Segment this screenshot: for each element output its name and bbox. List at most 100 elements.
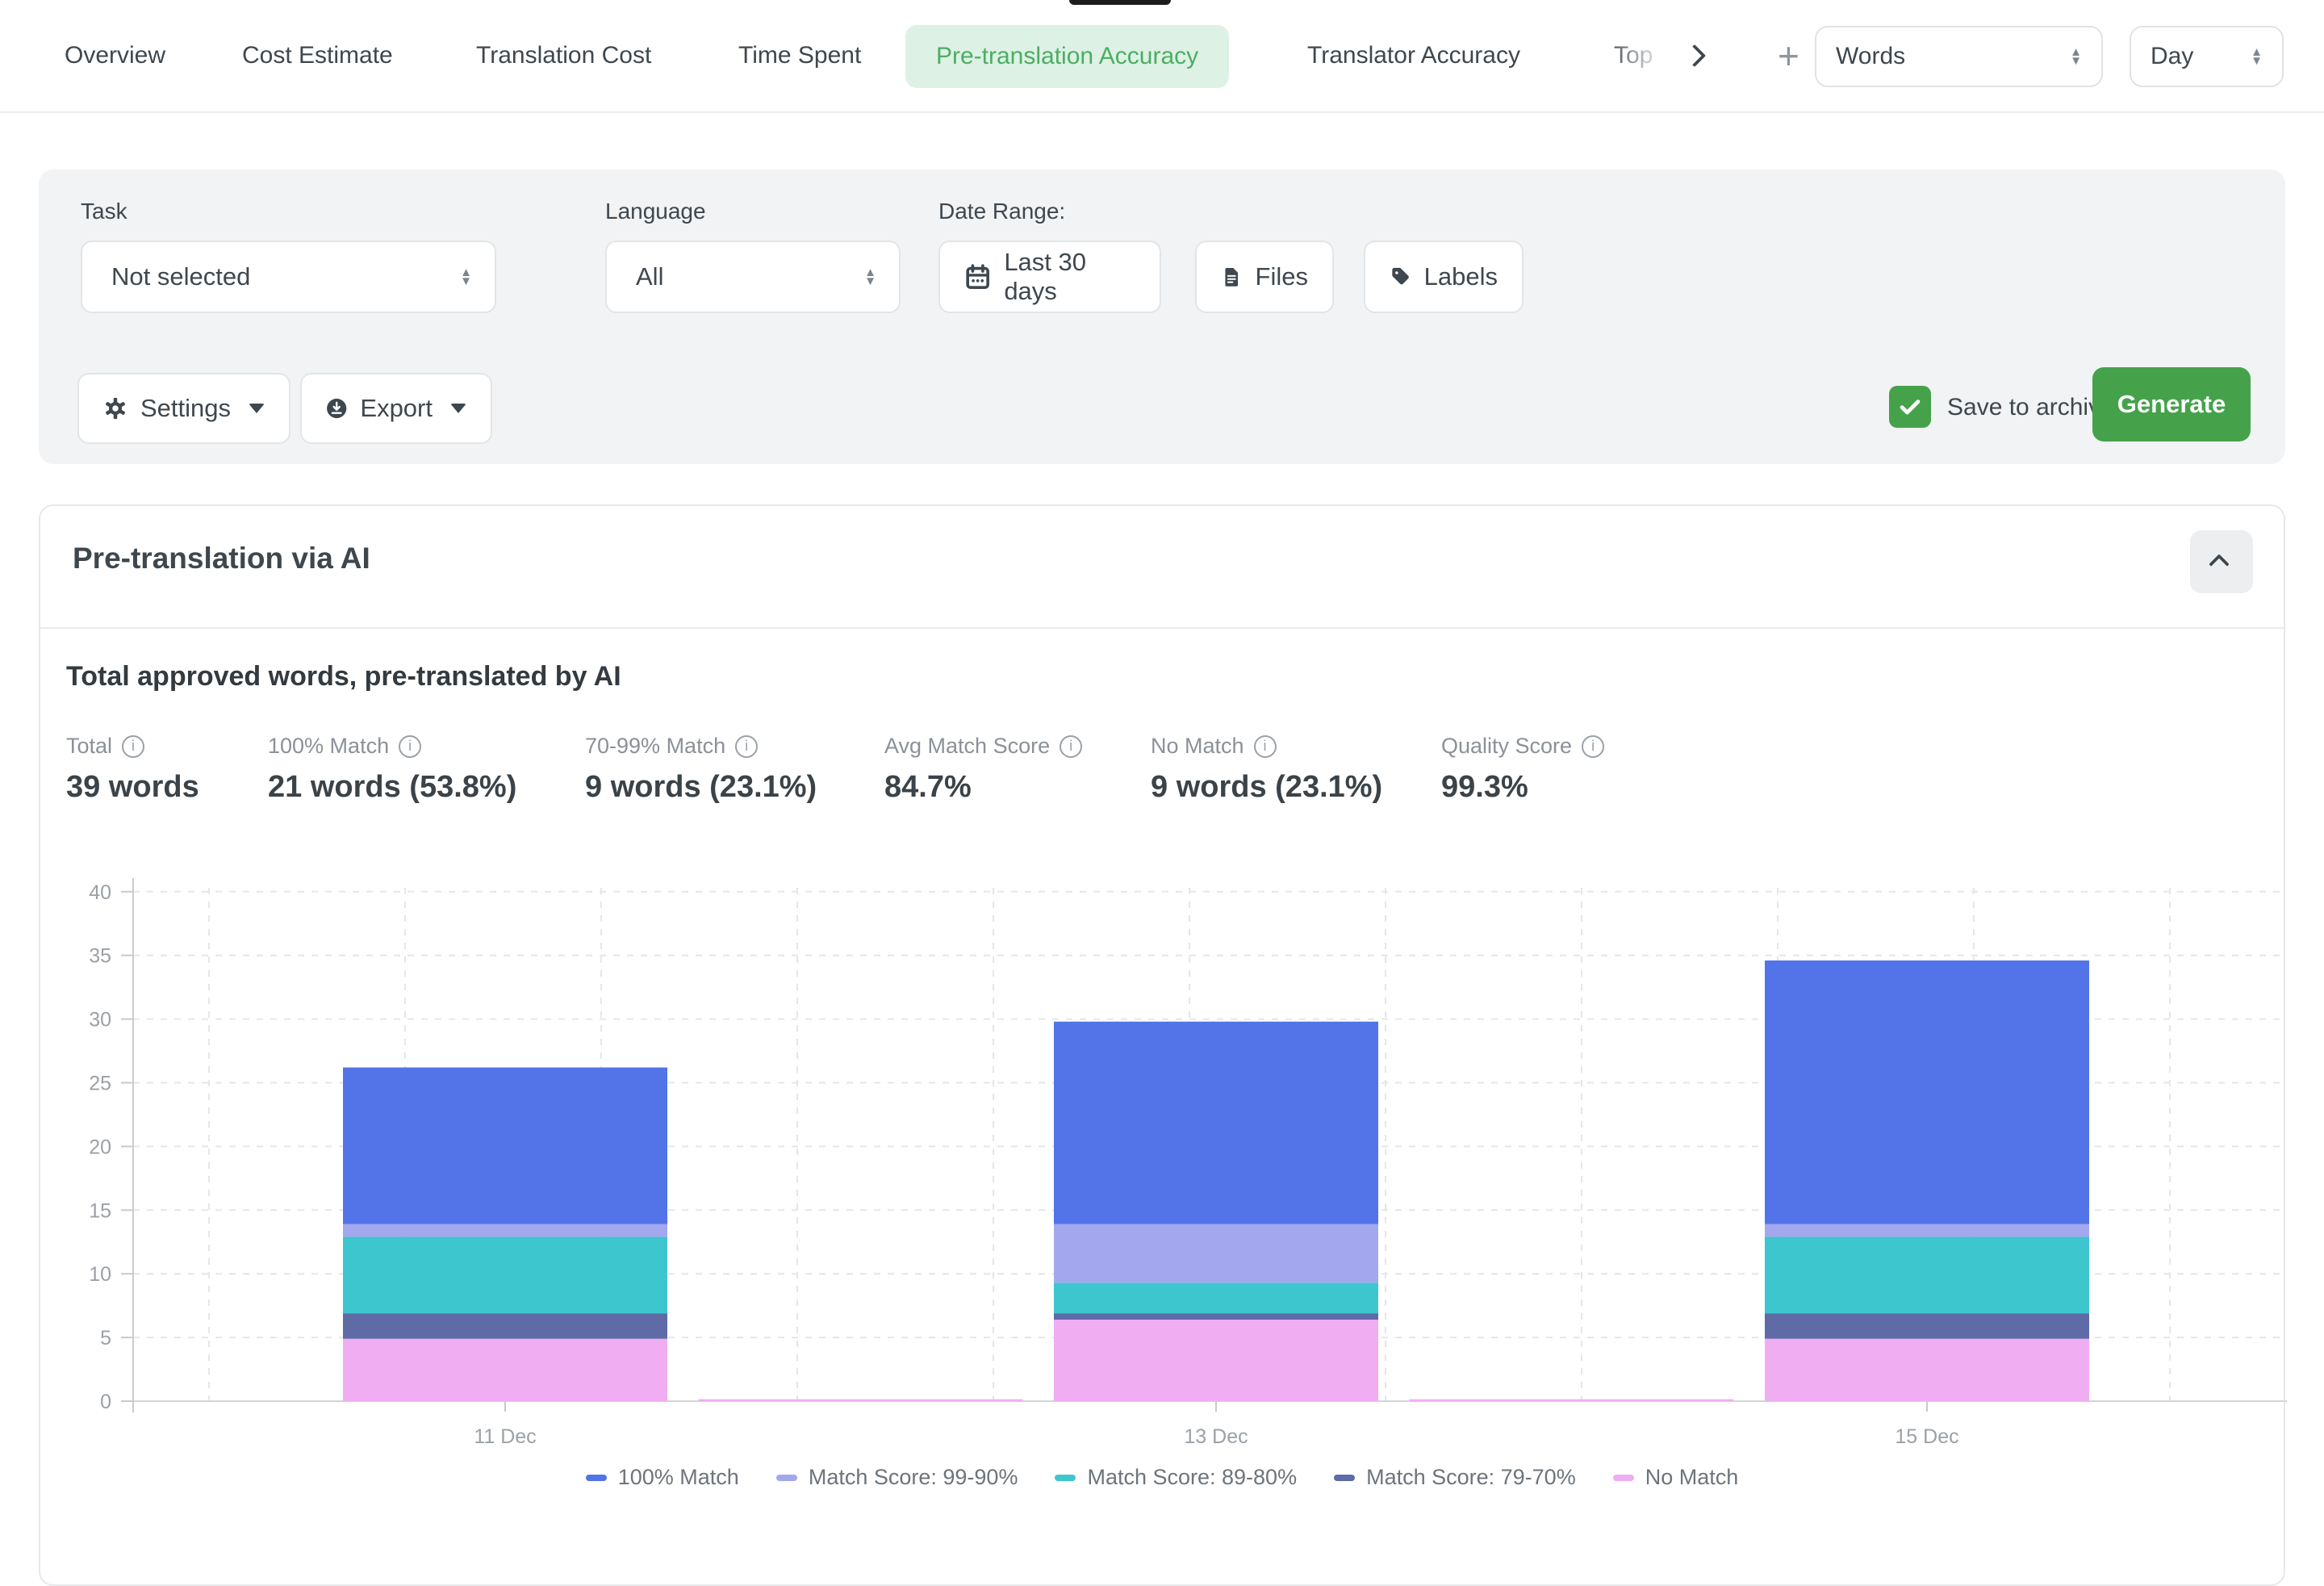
files-filter-button[interactable]: Files xyxy=(1195,241,1334,313)
info-icon[interactable]: i xyxy=(1060,735,1082,758)
window-notch xyxy=(1069,0,1171,5)
tab-overview[interactable]: Overview xyxy=(65,0,165,111)
pretranslation-chart: 051015202530354011 Dec13 Dec15 Dec xyxy=(40,841,2287,1463)
tab-time-spent[interactable]: Time Spent xyxy=(738,0,861,111)
svg-text:10: 10 xyxy=(89,1263,111,1286)
info-icon[interactable]: i xyxy=(1582,735,1604,758)
gear-icon xyxy=(103,393,127,424)
export-button-label: Export xyxy=(360,394,433,423)
legend-label: Match Score: 99-90% xyxy=(809,1465,1018,1490)
legend-item-match-99-90[interactable]: Match Score: 99-90% xyxy=(776,1465,1018,1490)
calendar-icon xyxy=(964,262,991,291)
chart-legend: 100% Match Match Score: 99-90% Match Sco… xyxy=(40,1465,2284,1490)
date-range-label: Date Range: xyxy=(938,199,1065,224)
tab-top-overflow[interactable]: Top xyxy=(1614,0,1672,111)
tab-label: Top xyxy=(1614,42,1672,69)
file-icon xyxy=(1221,263,1243,291)
save-to-archive-label: Save to archive xyxy=(1947,394,2114,421)
stat-label: Avg Match Score xyxy=(884,734,1050,759)
active-tab-label: Pre-translation Accuracy xyxy=(936,43,1198,70)
svg-text:30: 30 xyxy=(89,1009,111,1032)
report-title: Pre-translation via AI xyxy=(73,542,370,575)
check-icon xyxy=(1896,393,1924,421)
tab-translator-accuracy[interactable]: Translator Accuracy xyxy=(1307,0,1520,111)
stat-label: No Match xyxy=(1151,734,1244,759)
legend-label: 100% Match xyxy=(618,1465,739,1490)
language-select-value: All xyxy=(636,262,663,291)
legend-marker xyxy=(1334,1475,1355,1481)
tab-label: Time Spent xyxy=(738,42,861,69)
period-select[interactable]: Day ▲▼ xyxy=(2130,26,2284,87)
info-icon[interactable]: i xyxy=(735,735,758,758)
unit-select[interactable]: Words ▲▼ xyxy=(1815,26,2103,87)
stat-label: Total xyxy=(66,734,112,759)
export-dropdown-button[interactable]: Export xyxy=(300,373,492,444)
report-filters-panel: Task Not selected ▲▼ Language All ▲▼ Dat… xyxy=(39,169,2285,464)
caret-down-icon xyxy=(450,404,466,413)
svg-text:20: 20 xyxy=(89,1136,111,1158)
stat-quality-score: Quality Score i 99.3% xyxy=(1441,734,1604,805)
stat-value: 99.3% xyxy=(1441,770,1604,805)
add-report-tab-button[interactable]: + xyxy=(1778,0,1799,111)
stat-value: 9 words (23.1%) xyxy=(1151,770,1382,805)
stat-no-match: No Match i 9 words (23.1%) xyxy=(1151,734,1382,805)
svg-text:35: 35 xyxy=(89,945,111,968)
tab-cost-estimate[interactable]: Cost Estimate xyxy=(242,0,393,111)
tag-icon xyxy=(1390,263,1411,291)
tab-translation-cost[interactable]: Translation Cost xyxy=(476,0,651,111)
stat-value: 84.7% xyxy=(884,770,1082,805)
sort-arrows-icon: ▲▼ xyxy=(2251,48,2263,65)
period-select-value: Day xyxy=(2151,43,2193,70)
labels-button-label: Labels xyxy=(1424,262,1498,291)
info-icon[interactable]: i xyxy=(399,735,421,758)
task-select[interactable]: Not selected ▲▼ xyxy=(81,241,496,313)
svg-text:13 Dec: 13 Dec xyxy=(1184,1425,1248,1448)
stat-value: 9 words (23.1%) xyxy=(585,770,817,805)
info-icon[interactable]: i xyxy=(1254,735,1277,758)
caret-down-icon xyxy=(249,404,265,413)
stat-label: Quality Score xyxy=(1441,734,1572,759)
plus-icon: + xyxy=(1778,34,1799,77)
svg-text:5: 5 xyxy=(100,1327,111,1350)
stat-value: 39 words xyxy=(66,770,199,805)
legend-marker xyxy=(776,1475,797,1481)
legend-item-match-89-80[interactable]: Match Score: 89-80% xyxy=(1055,1465,1297,1490)
date-range-button[interactable]: Last 30 days xyxy=(938,241,1161,313)
tab-label: Translation Cost xyxy=(476,42,651,69)
legend-item-match-79-70[interactable]: Match Score: 79-70% xyxy=(1334,1465,1576,1490)
settings-button-label: Settings xyxy=(140,394,231,423)
chevron-up-icon xyxy=(2209,554,2229,574)
info-icon[interactable]: i xyxy=(122,735,144,758)
svg-text:15 Dec: 15 Dec xyxy=(1895,1425,1958,1448)
svg-text:25: 25 xyxy=(89,1073,111,1095)
language-select[interactable]: All ▲▼ xyxy=(605,241,901,313)
svg-text:0: 0 xyxy=(100,1391,111,1413)
svg-text:40: 40 xyxy=(89,881,111,904)
labels-filter-button[interactable]: Labels xyxy=(1364,241,1524,313)
svg-text:15: 15 xyxy=(89,1199,111,1222)
tab-pre-translation-accuracy-active[interactable]: Pre-translation Accuracy xyxy=(905,25,1229,88)
generate-button[interactable]: Generate xyxy=(2092,367,2251,441)
task-select-value: Not selected xyxy=(111,262,250,291)
sort-arrows-icon: ▲▼ xyxy=(460,268,472,286)
legend-label: Match Score: 89-80% xyxy=(1087,1465,1297,1490)
legend-marker xyxy=(1055,1475,1076,1481)
settings-dropdown-button[interactable]: Settings xyxy=(77,373,290,444)
legend-item-100-match[interactable]: 100% Match xyxy=(586,1465,739,1490)
legend-marker xyxy=(586,1475,607,1481)
legend-item-no-match[interactable]: No Match xyxy=(1613,1465,1739,1490)
tabs-scroll-right-button[interactable] xyxy=(1687,0,1703,111)
pre-translation-report-card: Pre-translation via AI Total approved wo… xyxy=(39,504,2285,1586)
save-to-archive-checkbox[interactable] xyxy=(1889,386,1931,428)
files-button-label: Files xyxy=(1256,262,1308,291)
tab-label: Cost Estimate xyxy=(242,42,393,69)
stat-label: 70-99% Match xyxy=(585,734,725,759)
date-range-value: Last 30 days xyxy=(1004,248,1135,306)
header-divider xyxy=(40,627,2284,629)
tab-label: Translator Accuracy xyxy=(1307,42,1520,69)
stat-label: 100% Match xyxy=(268,734,389,759)
tab-label: Overview xyxy=(65,42,165,69)
download-icon xyxy=(326,394,347,423)
language-label: Language xyxy=(605,199,706,224)
collapse-panel-button[interactable] xyxy=(2190,530,2253,593)
